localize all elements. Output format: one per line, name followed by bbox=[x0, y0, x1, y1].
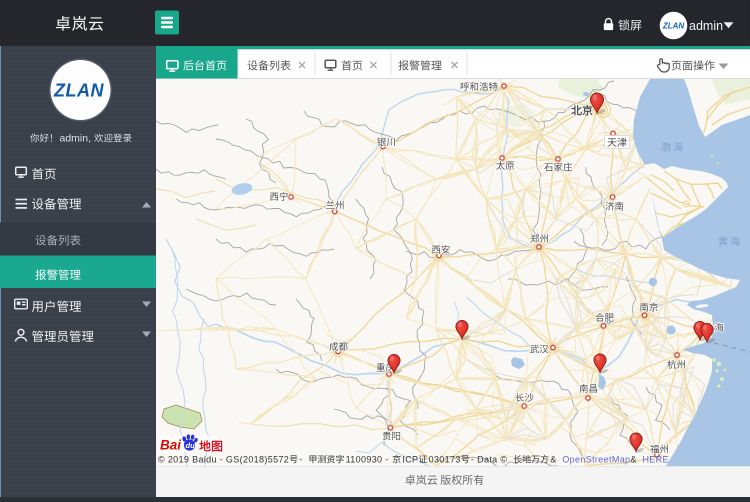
svg-text:Bai: Bai bbox=[160, 438, 181, 453]
svg-text:-: - bbox=[299, 455, 302, 465]
svg-text:ICP: ICP bbox=[402, 455, 418, 465]
svg-text:ZLAN: ZLAN bbox=[53, 81, 104, 101]
svg-text:HERE: HERE bbox=[642, 455, 668, 465]
svg-text:admin,: admin, bbox=[60, 133, 92, 145]
svg-text:- Data ©: - Data © bbox=[471, 455, 507, 465]
svg-text:1100930 -: 1100930 - bbox=[346, 455, 389, 465]
svg-text:OpenStreetMap: OpenStreetMap bbox=[562, 455, 630, 465]
svg-text:ZLAN: ZLAN bbox=[662, 21, 685, 30]
svg-text:du: du bbox=[186, 441, 196, 450]
svg-text:030173: 030173 bbox=[429, 455, 461, 465]
svg-text:&: & bbox=[550, 455, 556, 465]
svg-text:admin: admin bbox=[689, 19, 723, 33]
svg-text:&: & bbox=[630, 455, 636, 465]
svg-text:© 2019 Baidu - GS(2018)5572: © 2019 Baidu - GS(2018)5572 bbox=[158, 455, 289, 465]
